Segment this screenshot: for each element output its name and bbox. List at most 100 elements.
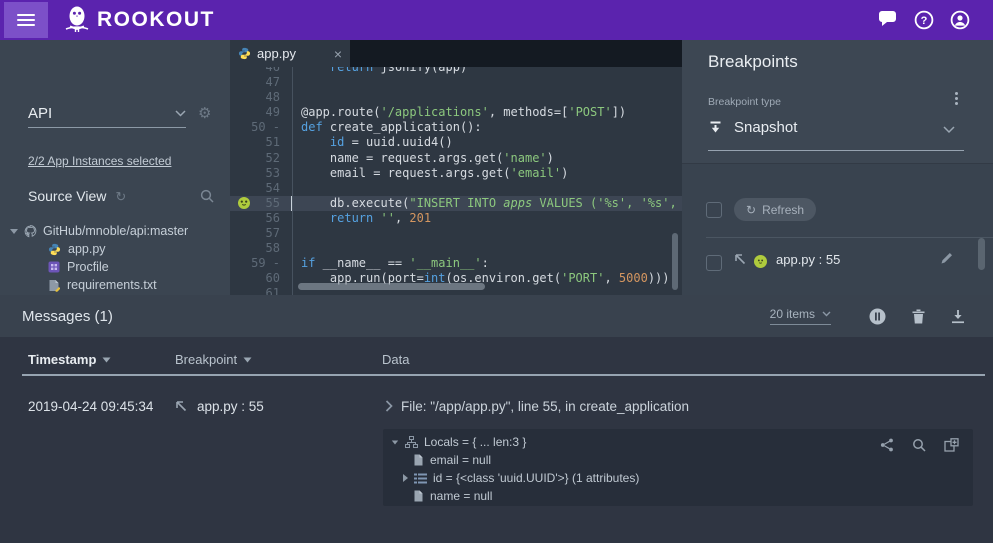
breakpoint-icon[interactable] [238,197,250,209]
select-all-checkbox[interactable] [706,202,722,218]
tree-file-procfile[interactable]: Procfile [48,258,188,276]
locals-var-id[interactable]: id = {<class 'uuid.UUID'>} (1 attributes… [383,469,973,487]
python-file-icon [238,47,251,60]
arrow-up-left-icon [175,400,187,412]
line-number[interactable]: 61 [230,286,288,295]
tree-file-app-py[interactable]: app.py [48,240,188,258]
code-line[interactable]: 58 [230,241,682,256]
code-line[interactable]: 48 [230,90,682,105]
app-selector-value: API [28,105,52,122]
breakpoint-item-label[interactable]: app.py : 55 [776,252,840,267]
items-per-page-dropdown[interactable]: 20 items [770,307,831,325]
column-header-data: Data [382,352,409,367]
sort-caret-icon [243,357,252,363]
code-text [288,90,301,105]
tab-app-py[interactable]: app.py × [230,40,350,67]
messages-header: Messages (1) 20 items [0,295,993,337]
breakpoints-list-section [682,163,993,295]
line-number[interactable]: 59 - [230,256,288,271]
locals-var-email[interactable]: email = null [383,451,973,469]
app-selector-dropdown[interactable]: API [28,100,186,128]
copy-add-icon[interactable] [944,438,959,452]
search-icon[interactable] [912,438,926,452]
share-icon[interactable] [880,438,894,452]
fold-marker[interactable]: - [266,256,280,270]
code-line[interactable]: 51 id = uuid.uuid4() [230,135,682,150]
line-number[interactable]: 48 [230,90,288,105]
line-number[interactable]: 58 [230,241,288,256]
breakpoints-scrollbar[interactable] [978,238,985,270]
gear-icon[interactable]: ⚙ [198,106,211,121]
line-number[interactable]: 47 [230,75,288,90]
user-account-icon[interactable] [950,10,970,30]
code-line[interactable]: 59 -if __name__ == '__main__': [230,256,682,271]
code-line[interactable]: 55 db.execute("INSERT INTO apps VALUES (… [230,196,682,211]
refresh-icon: ↻ [746,204,756,216]
code-line[interactable]: 52 name = request.args.get('name') [230,151,682,166]
locals-var-name[interactable]: name = null [383,487,973,505]
messages-table: Timestamp Breakpoint Data 2019-04-24 09:… [0,337,993,543]
line-number[interactable]: 49 [230,105,288,120]
kebab-menu-icon[interactable] [953,90,960,107]
caret-right-icon[interactable] [403,474,408,482]
source-panel: API ⚙ 2/2 App Instances selected Source … [0,40,230,295]
column-header-breakpoint[interactable]: Breakpoint [175,352,252,367]
line-number[interactable]: 54 [230,181,288,196]
app-instances-link[interactable]: 2/2 App Instances selected [28,154,171,168]
hamburger-menu-button[interactable] [4,2,48,38]
owl-logo-icon [64,5,90,35]
breakpoint-status-icon [754,255,767,268]
message-timestamp: 2019-04-24 09:45:34 [28,399,153,414]
column-header-timestamp[interactable]: Timestamp [28,352,111,367]
download-messages-icon[interactable] [951,309,965,324]
line-number[interactable]: 57 [230,226,288,241]
tab-label: app.py [257,46,296,61]
close-tab-icon[interactable]: × [334,46,342,62]
code-text: return '', 201 [288,211,431,226]
caret-down-icon[interactable] [10,229,18,234]
breakpoints-title: Breakpoints [708,52,798,72]
breakpoints-panel: Breakpoints Breakpoint type Snapshot ↻ R… [682,40,993,295]
refresh-sources-icon[interactable]: ↻ [115,190,126,203]
editor-horizontal-scrollbar[interactable] [298,283,485,290]
search-icon[interactable] [200,189,214,203]
code-line[interactable]: 49@app.route('/applications', methods=['… [230,105,682,120]
breakpoint-checkbox[interactable] [706,255,722,271]
code-text: @app.route('/applications', methods=['PO… [288,105,626,120]
sort-caret-icon [102,357,111,363]
editor-vertical-scrollbar[interactable] [672,233,678,290]
line-number[interactable]: 60 [230,271,288,286]
code-line[interactable]: 54 [230,181,682,196]
fold-marker[interactable]: - [266,120,280,134]
code-line[interactable]: 56 return '', 201 [230,211,682,226]
breakpoint-type-label: Breakpoint type [708,96,781,108]
tree-root-repo[interactable]: GitHub/mnoble/api:master [10,222,188,240]
code-line[interactable]: 57 [230,226,682,241]
chat-icon[interactable] [878,10,898,30]
breakpoint-type-value: Snapshot [734,119,797,136]
code-text [288,226,301,241]
line-number[interactable]: 51 [230,135,288,150]
code-line[interactable]: 53 email = request.args.get('email') [230,166,682,181]
pause-messages-icon[interactable] [869,308,886,325]
help-icon[interactable]: ? [914,10,934,30]
code-line[interactable]: 47 [230,75,682,90]
breakpoint-type-dropdown[interactable]: Snapshot [708,119,797,136]
tree-file-label: requirements.txt [67,278,157,292]
line-number[interactable]: 52 [230,151,288,166]
refresh-button[interactable]: ↻ Refresh [734,198,816,221]
clear-messages-trash-icon[interactable] [912,309,925,324]
code-line[interactable]: 50 -def create_application(): [230,120,682,135]
items-per-page-value: 20 items [770,307,815,321]
code-text: name = request.args.get('name') [288,151,554,166]
tree-file-requirements[interactable]: requirements.txt [48,276,188,294]
expand-row-chevron-icon[interactable] [385,400,393,412]
line-number[interactable]: 56 [230,211,288,226]
caret-down-icon[interactable] [392,440,398,444]
code-editor: 46 return jsonify(app)474849@app.route('… [230,40,682,295]
edit-breakpoint-icon[interactable] [940,251,954,265]
line-number[interactable]: 50 - [230,120,288,135]
arrow-up-left-icon [734,253,746,265]
chevron-down-icon[interactable] [943,126,955,134]
line-number[interactable]: 53 [230,166,288,181]
